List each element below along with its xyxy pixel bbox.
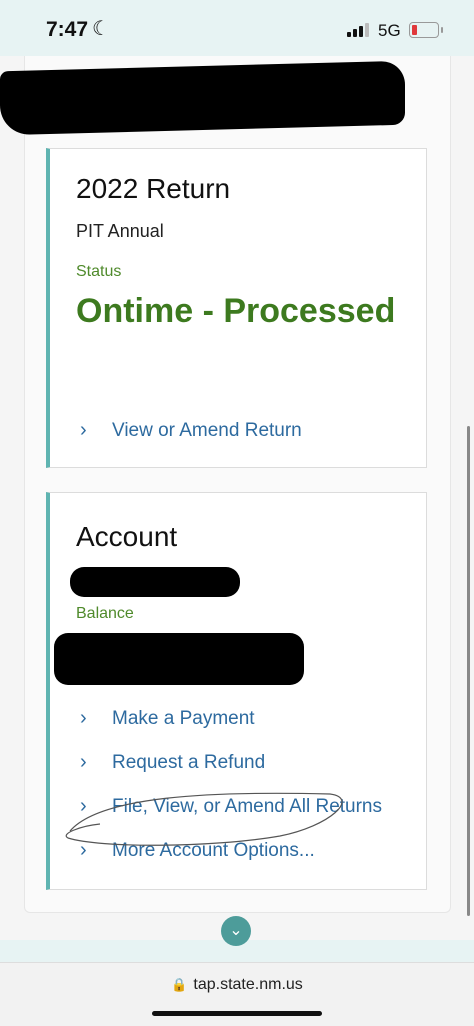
redacted-header (0, 60, 405, 136)
return-subtitle: PIT Annual (76, 221, 164, 241)
scrollbar[interactable] (467, 426, 470, 916)
home-indicator[interactable] (152, 1011, 322, 1016)
chevron-right-icon: › (80, 419, 87, 441)
chevron-right-icon: › (80, 751, 87, 773)
request-refund-link[interactable]: › Request a Refund (80, 751, 265, 774)
scroll-down-button[interactable]: ⌄ (221, 916, 251, 946)
make-payment-link[interactable]: › Make a Payment (80, 707, 255, 730)
signal-icon (347, 23, 371, 37)
redacted-balance (54, 633, 304, 685)
link-label: Make a Payment (112, 707, 255, 729)
balance-label: Balance (76, 605, 134, 622)
url-text: tap.state.nm.us (193, 976, 303, 993)
redacted-account-number (70, 567, 240, 597)
link-label: Request a Refund (112, 751, 266, 773)
hand-drawn-circle (65, 792, 343, 846)
chevron-down-icon: ⌄ (229, 922, 243, 939)
view-amend-return-link[interactable]: › View or Amend Return (80, 419, 302, 442)
account-title: Account (76, 521, 178, 552)
browser-url-bar[interactable]: 🔒 tap.state.nm.us (0, 962, 474, 1026)
url-display[interactable]: 🔒 tap.state.nm.us (0, 976, 474, 994)
network-type: 5G (378, 21, 401, 40)
moon-icon: ☾ (92, 18, 110, 40)
status-value: Ontime - Processed (76, 292, 396, 330)
return-card: 2022 Return PIT Annual Status Ontime - P… (46, 148, 427, 468)
status-bar: 7:47 ☾ 5G (0, 0, 474, 56)
chevron-right-icon: › (80, 707, 87, 729)
clock-time: 7:47 (46, 18, 89, 41)
page-content: 2022 Return PIT Annual Status Ontime - P… (0, 56, 474, 940)
battery-icon (409, 22, 443, 38)
link-label: View or Amend Return (112, 419, 302, 441)
status-label: Status (76, 263, 122, 280)
lock-icon: 🔒 (171, 977, 188, 992)
return-title: 2022 Return (76, 173, 231, 204)
